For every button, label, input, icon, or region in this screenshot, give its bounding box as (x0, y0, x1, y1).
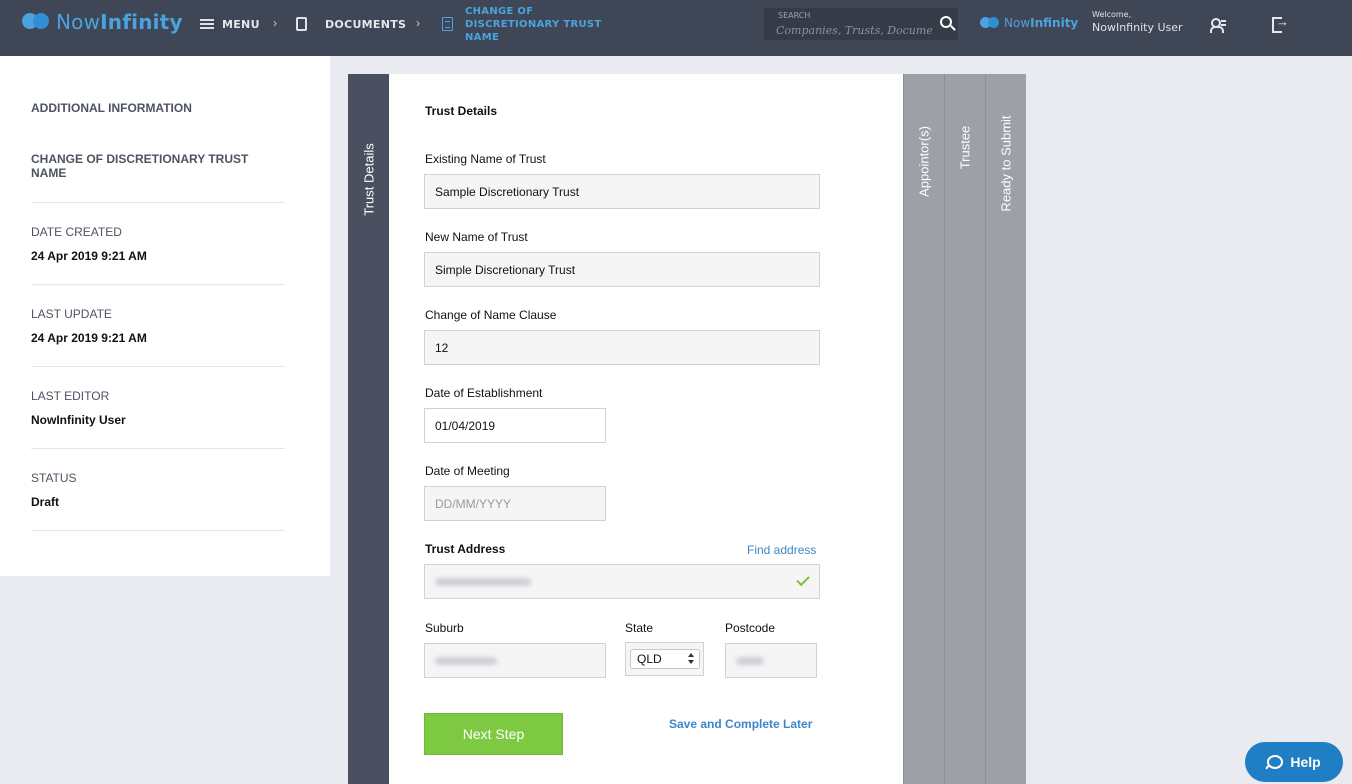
new-name-field[interactable] (424, 252, 820, 287)
save-complete-later-link[interactable]: Save and Complete Later (669, 717, 812, 731)
breadcrumb-separator: › (416, 16, 420, 30)
address-redacted (435, 578, 531, 586)
info-panel-title: ADDITIONAL INFORMATION (31, 101, 192, 115)
existing-name-field[interactable] (424, 174, 820, 209)
suburb-field[interactable] (424, 643, 606, 678)
check-icon (796, 572, 810, 587)
app-logo[interactable]: NowInfinity (22, 10, 183, 34)
status-label: STATUS (31, 471, 77, 485)
search-icon[interactable] (940, 16, 952, 28)
last-editor-label: LAST EDITOR (31, 389, 110, 403)
search-input[interactable] (776, 22, 932, 38)
breadcrumb-documents[interactable]: DOCUMENTS (296, 0, 406, 48)
help-button[interactable]: Help (1245, 742, 1343, 782)
clause-label: Change of Name Clause (425, 308, 557, 322)
document-icon (442, 17, 453, 31)
search-box: SEARCH (764, 8, 958, 40)
status-section: STATUS Draft (31, 448, 285, 509)
documents-icon (296, 17, 307, 31)
trust-address-field[interactable] (424, 564, 820, 599)
step-tab-appointors[interactable]: Appointor(s) (903, 74, 944, 784)
step-label-appointors: Appointor(s) (916, 126, 932, 197)
date-created-value: 24 Apr 2019 9:21 AM (31, 249, 147, 263)
date-created-label: DATE CREATED (31, 225, 122, 239)
state-select[interactable]: QLD (625, 642, 704, 676)
new-name-label: New Name of Trust (425, 230, 528, 244)
next-step-button[interactable]: Next Step (424, 713, 563, 755)
logo-icon (980, 16, 1000, 30)
step-label-trust-details: Trust Details (361, 143, 377, 216)
establishment-date-field[interactable] (424, 408, 606, 443)
logo-icon (22, 12, 50, 32)
top-bar: NowInfinity MENU › DOCUMENTS › CHANGE OF… (0, 0, 1352, 56)
date-created-section: DATE CREATED 24 Apr 2019 9:21 AM (31, 202, 285, 263)
user-name: NowInfinity User (1092, 21, 1183, 34)
menu-button[interactable]: MENU (200, 0, 260, 48)
chat-icon (1267, 755, 1284, 769)
last-editor-section: LAST EDITOR NowInfinity User (31, 366, 285, 427)
breadcrumb-separator: › (273, 16, 277, 30)
last-update-value: 24 Apr 2019 9:21 AM (31, 331, 147, 345)
logout-icon[interactable] (1272, 14, 1289, 33)
divider (31, 530, 285, 531)
help-label: Help (1290, 754, 1321, 770)
breadcrumb-current: CHANGE OF DISCRETIONARY TRUST NAME (442, 0, 605, 48)
user-settings-icon[interactable] (1210, 18, 1226, 33)
step-tab-ready-to-submit[interactable]: Ready to Submit (985, 74, 1026, 784)
step-label-ready-to-submit: Ready to Submit (998, 115, 1014, 212)
postcode-field[interactable] (725, 643, 817, 678)
suburb-label: Suburb (425, 621, 464, 635)
last-editor-value: NowInfinity User (31, 413, 126, 427)
logo-text: NowInfinity (56, 10, 183, 34)
step-tab-trustee[interactable]: Trustee (944, 74, 985, 784)
establishment-date-label: Date of Establishment (425, 386, 543, 400)
additional-info-panel: ADDITIONAL INFORMATION CHANGE OF DISCRET… (0, 56, 330, 576)
state-select-value: QLD (630, 649, 700, 669)
postcode-label: Postcode (725, 621, 776, 635)
form-heading: Trust Details (425, 104, 498, 118)
brand-text: NowInfinity (1004, 16, 1079, 30)
clause-field[interactable] (424, 330, 820, 365)
trust-address-label: Trust Address (425, 542, 506, 556)
user-welcome: Welcome, NowInfinity User (1092, 10, 1183, 34)
step-tab-trust-details[interactable]: Trust Details (348, 74, 389, 784)
meeting-date-label: Date of Meeting (425, 464, 510, 478)
postcode-redacted (736, 657, 764, 665)
step-label-trustee: Trustee (957, 125, 973, 170)
menu-label: MENU (222, 17, 260, 31)
meeting-date-field[interactable] (424, 486, 606, 521)
state-label: State (625, 621, 654, 635)
current-document-label: CHANGE OF DISCRETIONARY TRUST NAME (465, 5, 602, 43)
find-address-link[interactable]: Find address (747, 543, 816, 557)
search-label: SEARCH (778, 11, 811, 20)
brand-logo-small: NowInfinity (980, 16, 1078, 30)
last-update-label: LAST UPDATE (31, 307, 112, 321)
select-arrows-icon (688, 653, 694, 665)
documents-label: DOCUMENTS (325, 17, 407, 31)
last-update-section: LAST UPDATE 24 Apr 2019 9:21 AM (31, 284, 285, 345)
status-value: Draft (31, 495, 60, 509)
hamburger-icon (200, 19, 214, 29)
document-name: CHANGE OF DISCRETIONARY TRUST NAME (31, 152, 249, 180)
suburb-redacted (435, 657, 497, 665)
welcome-label: Welcome, (1092, 10, 1132, 19)
existing-name-label: Existing Name of Trust (425, 152, 546, 166)
